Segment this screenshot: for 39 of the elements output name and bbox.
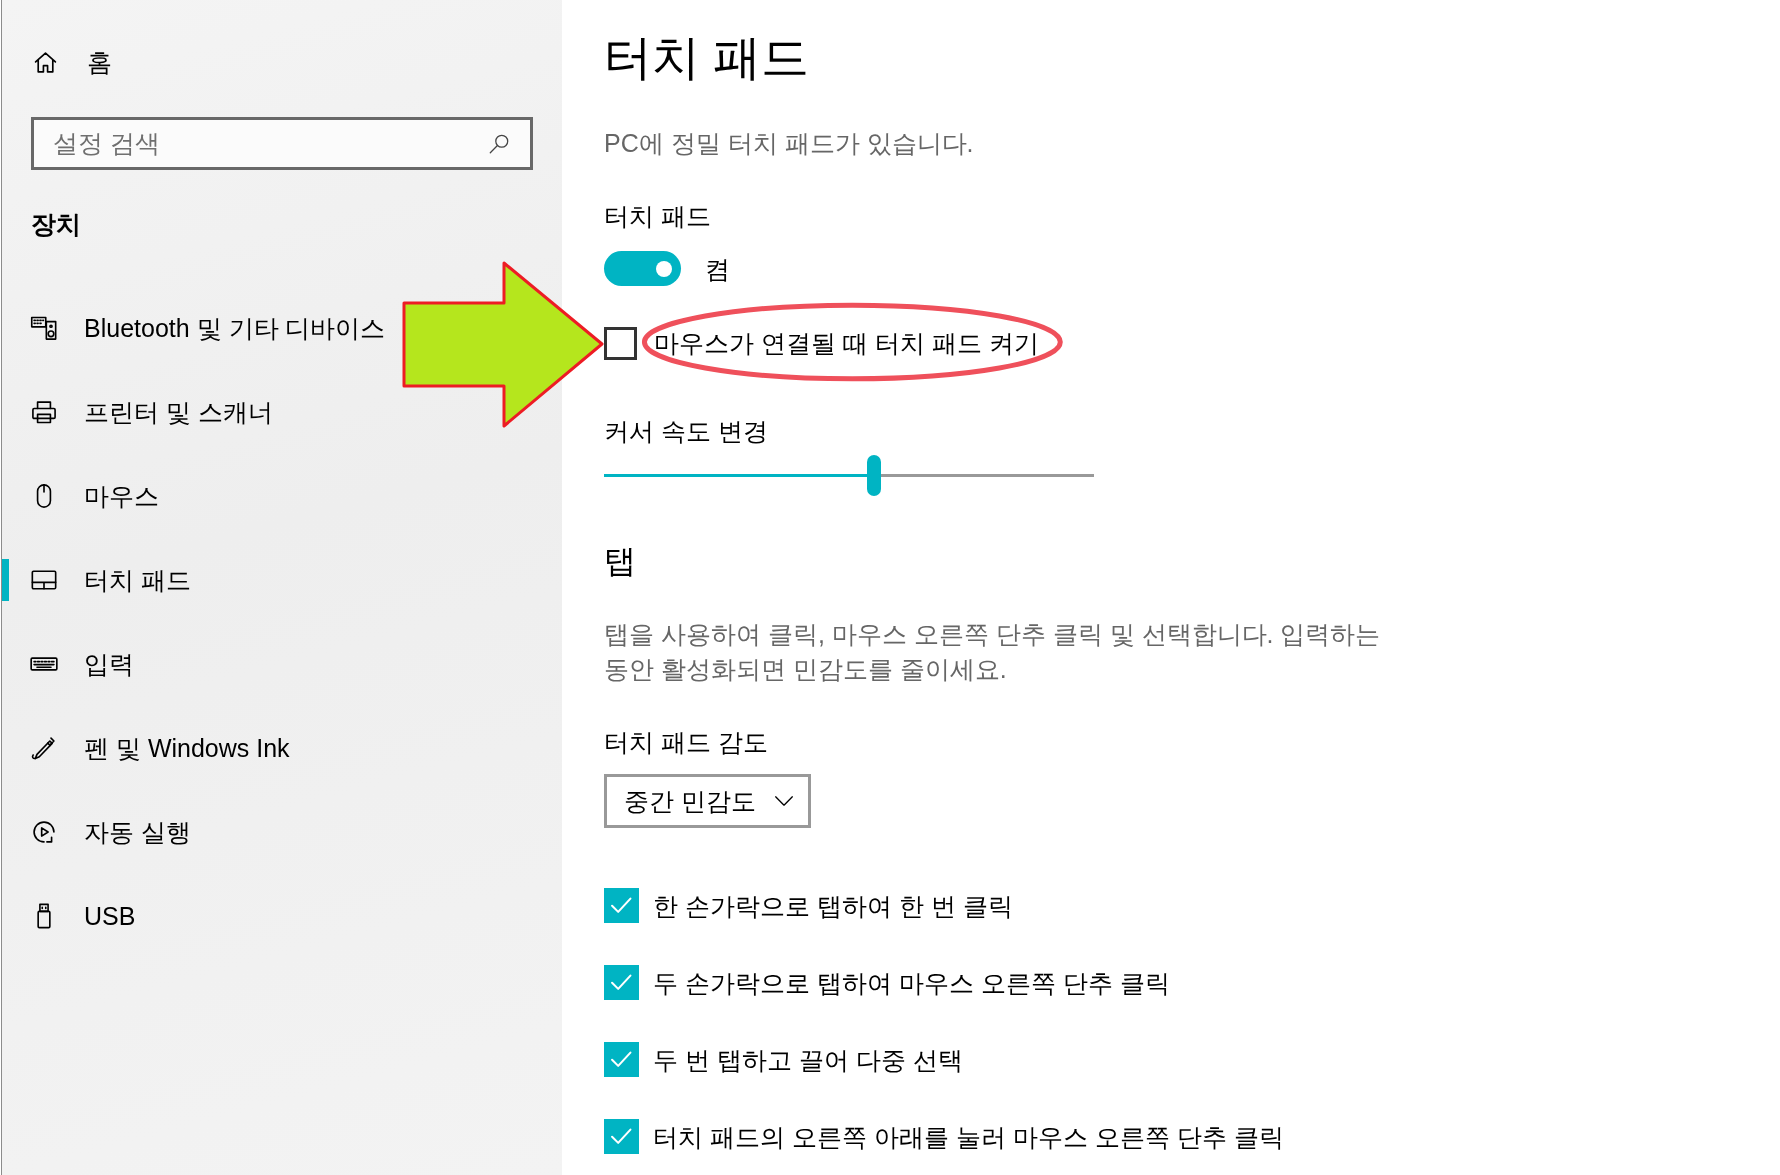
- sidebar-item[interactable]: USB: [2, 874, 144, 958]
- play-circle-icon: [30, 818, 58, 846]
- search-field[interactable]: 설정 검색: [31, 117, 533, 170]
- sidebar-item[interactable]: 자동 실행: [2, 790, 199, 874]
- sidebar-item[interactable]: 마우스: [2, 454, 167, 538]
- sidebar-item[interactable]: 터치 패드: [2, 538, 199, 622]
- checkbox[interactable]: [604, 1119, 639, 1154]
- keyboard-speaker-icon: [30, 314, 58, 342]
- page-title: 터치 패드: [604, 30, 811, 86]
- section-heading: 탭: [604, 542, 637, 581]
- home-icon: [33, 49, 58, 75]
- checkbox[interactable]: [604, 888, 639, 923]
- dropdown[interactable]: 중간 민감도: [604, 774, 811, 828]
- home-link[interactable]: 홈: [2, 38, 112, 86]
- description-text: 탭을 사용하여 클릭, 마우스 오른쪽 단추 클릭 및 선택합니다. 입력하는 동안 활성화되면 민감도를 줄이세요.: [604, 619, 1382, 685]
- sidebar-item[interactable]: 입력: [2, 622, 142, 706]
- setting-label: 터치 패드 감도: [604, 727, 769, 758]
- checkbox[interactable]: [604, 965, 639, 1000]
- checkbox-label: 한 손가락으로 탭하여 한 번 클릭: [653, 890, 1013, 922]
- checkbox-label: 두 번 탭하고 끌어 다중 선택: [653, 1044, 963, 1076]
- printer-icon: [30, 398, 58, 426]
- checkbox[interactable]: [604, 326, 637, 360]
- section-heading: 장치: [30, 209, 82, 240]
- sidebar-item[interactable]: 프린터 및 스캐너: [2, 370, 281, 454]
- setting-label: 커서 속도 변경: [604, 416, 769, 447]
- checkbox-label: 두 손가락으로 탭하여 마우스 오른쪽 단추 클릭: [653, 967, 1170, 999]
- checkbox[interactable]: [604, 1042, 639, 1077]
- toggle-state-label: 켬: [705, 253, 730, 285]
- search-input[interactable]: 설정 검색: [34, 120, 488, 167]
- sidebar-item[interactable]: Bluetooth 및 기타 디바이스: [2, 286, 394, 370]
- slider-thumb[interactable]: [866, 455, 881, 496]
- status-text: PC에 정밀 터치 패드가 있습니다.: [604, 128, 975, 159]
- pen-icon: [30, 734, 58, 762]
- search-icon: [488, 132, 510, 155]
- checkbox-label: 터치 패드의 오른쪽 아래를 눌러 마우스 오른쪽 단추 클릭: [653, 1121, 1284, 1153]
- setting-label: 터치 패드: [604, 201, 712, 232]
- checkbox-label: 마우스가 연결될 때 터치 패드 켜기: [654, 326, 1039, 360]
- toggle-switch[interactable]: [604, 251, 681, 286]
- sidebar-item[interactable]: 펜 및 Windows Ink: [2, 706, 298, 790]
